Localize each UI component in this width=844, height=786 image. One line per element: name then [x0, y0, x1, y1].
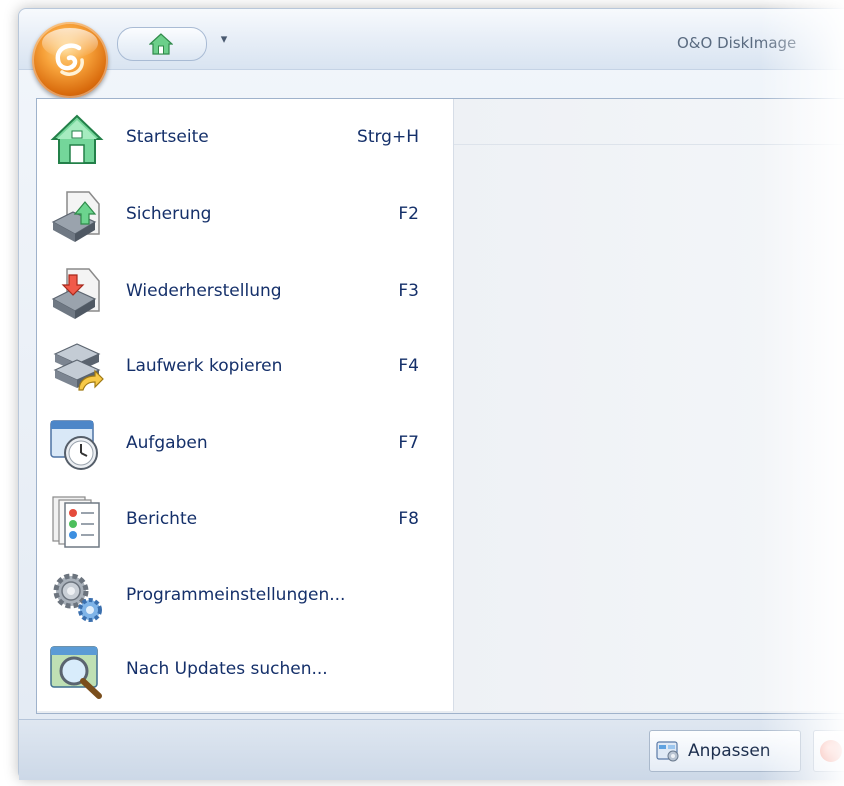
menu-item-label: Laufwerk kopieren: [126, 356, 283, 376]
menu-item-label: Aufgaben: [126, 433, 208, 453]
application-menu: Startseite Strg+H Sicherung F2 Wiederher…: [36, 98, 844, 714]
app-window-screenshot: ▾ O&O DiskImage Anpassen Startseite Strg…: [0, 0, 844, 786]
recent-items-pane: [454, 99, 844, 711]
customize-icon: [656, 741, 679, 762]
menu-item-shortcut: F7: [398, 433, 419, 453]
backup-icon: [51, 191, 100, 242]
pane-divider: [454, 144, 844, 145]
oo-orb-icon: [55, 43, 84, 76]
window-title: O&O DiskImage: [677, 34, 797, 52]
menu-item-label: Sicherung: [126, 204, 212, 224]
menu-item-wiederherstellung[interactable]: Wiederherstellung F3: [41, 257, 449, 329]
drive-copy-icon: [53, 343, 104, 391]
menu-item-label: Wiederherstellung: [126, 281, 282, 301]
menu-item-nach-updates-suchen[interactable]: Nach Updates suchen...: [41, 635, 449, 707]
update-search-icon: [50, 646, 102, 699]
title-bar: ▾ O&O DiskImage: [19, 9, 844, 70]
menu-item-shortcut: F4: [398, 356, 419, 376]
home-icon[interactable]: [149, 33, 173, 55]
exit-button[interactable]: [813, 730, 844, 772]
home-icon: [50, 114, 104, 164]
reports-icon: [52, 496, 100, 548]
menu-item-startseite[interactable]: Startseite Strg+H: [41, 103, 449, 175]
anpassen-label: Anpassen: [688, 741, 771, 761]
menu-item-programmeinstellungen[interactable]: Programmeinstellungen...: [41, 561, 449, 633]
application-menu-list: Startseite Strg+H Sicherung F2 Wiederher…: [37, 99, 454, 711]
menu-item-shortcut: F8: [398, 509, 419, 529]
menu-item-label: Programmeinstellungen...: [126, 585, 346, 605]
menu-item-berichte[interactable]: Berichte F8: [41, 485, 449, 557]
menu-item-laufwerk-kopieren[interactable]: Laufwerk kopieren F4: [41, 332, 449, 404]
chevron-down-icon[interactable]: ▾: [218, 31, 230, 49]
menu-item-sicherung[interactable]: Sicherung F2: [41, 180, 449, 252]
anpassen-button[interactable]: Anpassen: [649, 730, 801, 772]
restore-icon: [51, 268, 100, 319]
tasks-clock-icon: [50, 420, 98, 470]
menu-item-shortcut: F2: [398, 204, 419, 224]
menu-item-aufgaben[interactable]: Aufgaben F7: [41, 409, 449, 481]
status-bar: Anpassen: [19, 719, 844, 780]
application-menu-button[interactable]: [32, 22, 108, 98]
exit-icon: [820, 740, 842, 762]
menu-item-shortcut: F3: [398, 281, 419, 301]
menu-item-shortcut: Strg+H: [357, 127, 419, 147]
menu-item-label: Berichte: [126, 509, 198, 529]
menu-item-label: Startseite: [126, 127, 209, 147]
menu-item-label: Nach Updates suchen...: [126, 659, 328, 679]
settings-gears-icon: [53, 573, 102, 622]
